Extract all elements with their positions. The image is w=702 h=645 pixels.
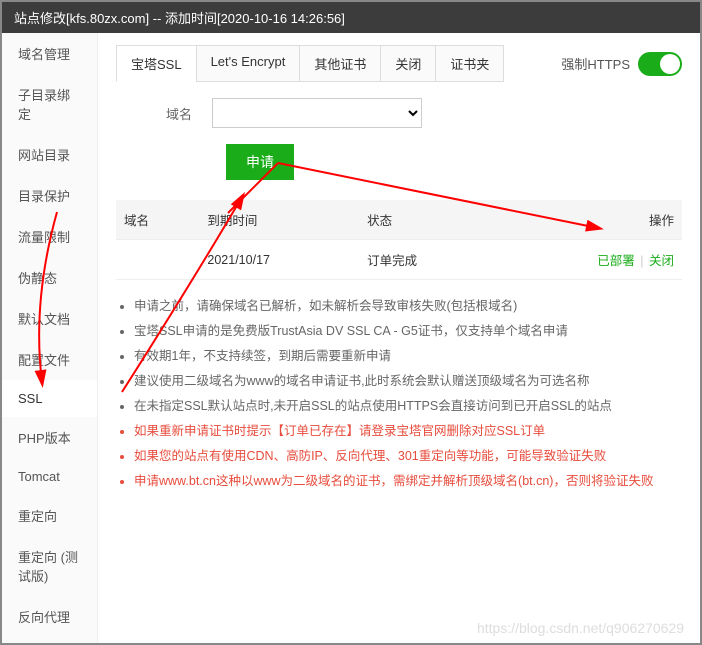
close-link[interactable]: 关闭 [649, 254, 674, 268]
window-title: 站点修改[kfs.80zx.com] -- 添加时间[2020-10-16 14… [2, 2, 700, 33]
tab-2[interactable]: 其他证书 [299, 45, 381, 82]
sidebar-item-1[interactable]: 子目录绑定 [2, 74, 97, 134]
sidebar-item-10[interactable]: Tomcat [2, 458, 97, 495]
cell-domain [116, 240, 199, 280]
th-expire: 到期时间 [199, 200, 359, 240]
tab-3[interactable]: 关闭 [380, 45, 436, 82]
main-panel: 宝塔SSLLet's Encrypt其他证书关闭证书夹 强制HTTPS 域名 申… [98, 33, 700, 644]
tab-0[interactable]: 宝塔SSL [116, 45, 197, 82]
watermark: https://blog.csdn.net/q906270629 [477, 620, 684, 636]
toggle-switch[interactable] [638, 52, 682, 76]
sidebar-item-14[interactable]: 防盗链 [2, 637, 97, 645]
table-row: 2021/10/17订单完成已部署 | 关闭 [116, 240, 682, 280]
notes-list: 申请之前，请确保域名已解析，如未解析会导致审核失败(包括根域名)宝塔SSL申请的… [116, 294, 682, 494]
sidebar-item-13[interactable]: 反向代理 [2, 596, 97, 637]
domain-select[interactable] [212, 98, 422, 128]
note-item: 在未指定SSL默认站点时,未开启SSL的站点使用HTTPS会直接访问到已开启SS… [134, 394, 682, 419]
sidebar-item-5[interactable]: 伪静态 [2, 257, 97, 298]
sidebar-item-3[interactable]: 目录保护 [2, 175, 97, 216]
th-domain: 域名 [116, 200, 199, 240]
th-ops: 操作 [493, 200, 682, 240]
sidebar-item-0[interactable]: 域名管理 [2, 33, 97, 74]
note-item: 如果您的站点有使用CDN、高防IP、反向代理、301重定向等功能，可能导致验证失… [134, 444, 682, 469]
tab-4[interactable]: 证书夹 [435, 45, 504, 82]
cell-ops: 已部署 | 关闭 [493, 240, 682, 280]
ssl-tabs: 宝塔SSLLet's Encrypt其他证书关闭证书夹 [116, 45, 503, 82]
note-item: 有效期1年，不支持续签，到期后需要重新申请 [134, 344, 682, 369]
tab-1[interactable]: Let's Encrypt [196, 45, 301, 82]
sidebar-item-8[interactable]: SSL [2, 380, 97, 417]
domain-label: 域名 [166, 104, 192, 123]
th-status: 状态 [359, 200, 493, 240]
apply-button[interactable]: 申请 [226, 144, 294, 180]
force-https-label: 强制HTTPS [561, 54, 630, 73]
sidebar-item-4[interactable]: 流量限制 [2, 216, 97, 257]
cell-expire: 2021/10/17 [199, 240, 359, 280]
sidebar-item-9[interactable]: PHP版本 [2, 417, 97, 458]
deploy-link[interactable]: 已部署 [597, 254, 635, 268]
force-https-toggle[interactable]: 强制HTTPS [561, 52, 682, 76]
note-item: 如果重新申请证书时提示【订单已存在】请登录宝塔官网删除对应SSL订单 [134, 419, 682, 444]
cert-table: 域名 到期时间 状态 操作 2021/10/17订单完成已部署 | 关闭 [116, 200, 682, 280]
note-item: 申请之前，请确保域名已解析，如未解析会导致审核失败(包括根域名) [134, 294, 682, 319]
sidebar-item-7[interactable]: 配置文件 [2, 339, 97, 380]
cell-status: 订单完成 [359, 240, 493, 280]
note-item: 宝塔SSL申请的是免费版TrustAsia DV SSL CA - G5证书，仅… [134, 319, 682, 344]
sidebar-item-11[interactable]: 重定向 [2, 495, 97, 536]
sidebar-item-12[interactable]: 重定向 (测试版) [2, 536, 97, 596]
sidebar-item-6[interactable]: 默认文档 [2, 298, 97, 339]
note-item: 建议使用二级域名为www的域名申请证书,此时系统会默认赠送顶级域名为可选名称 [134, 369, 682, 394]
sidebar-item-2[interactable]: 网站目录 [2, 134, 97, 175]
note-item: 申请www.bt.cn这种以www为二级域名的证书，需绑定并解析顶级域名(bt.… [134, 469, 682, 494]
sidebar: 域名管理子目录绑定网站目录目录保护流量限制伪静态默认文档配置文件SSLPHP版本… [2, 33, 98, 644]
